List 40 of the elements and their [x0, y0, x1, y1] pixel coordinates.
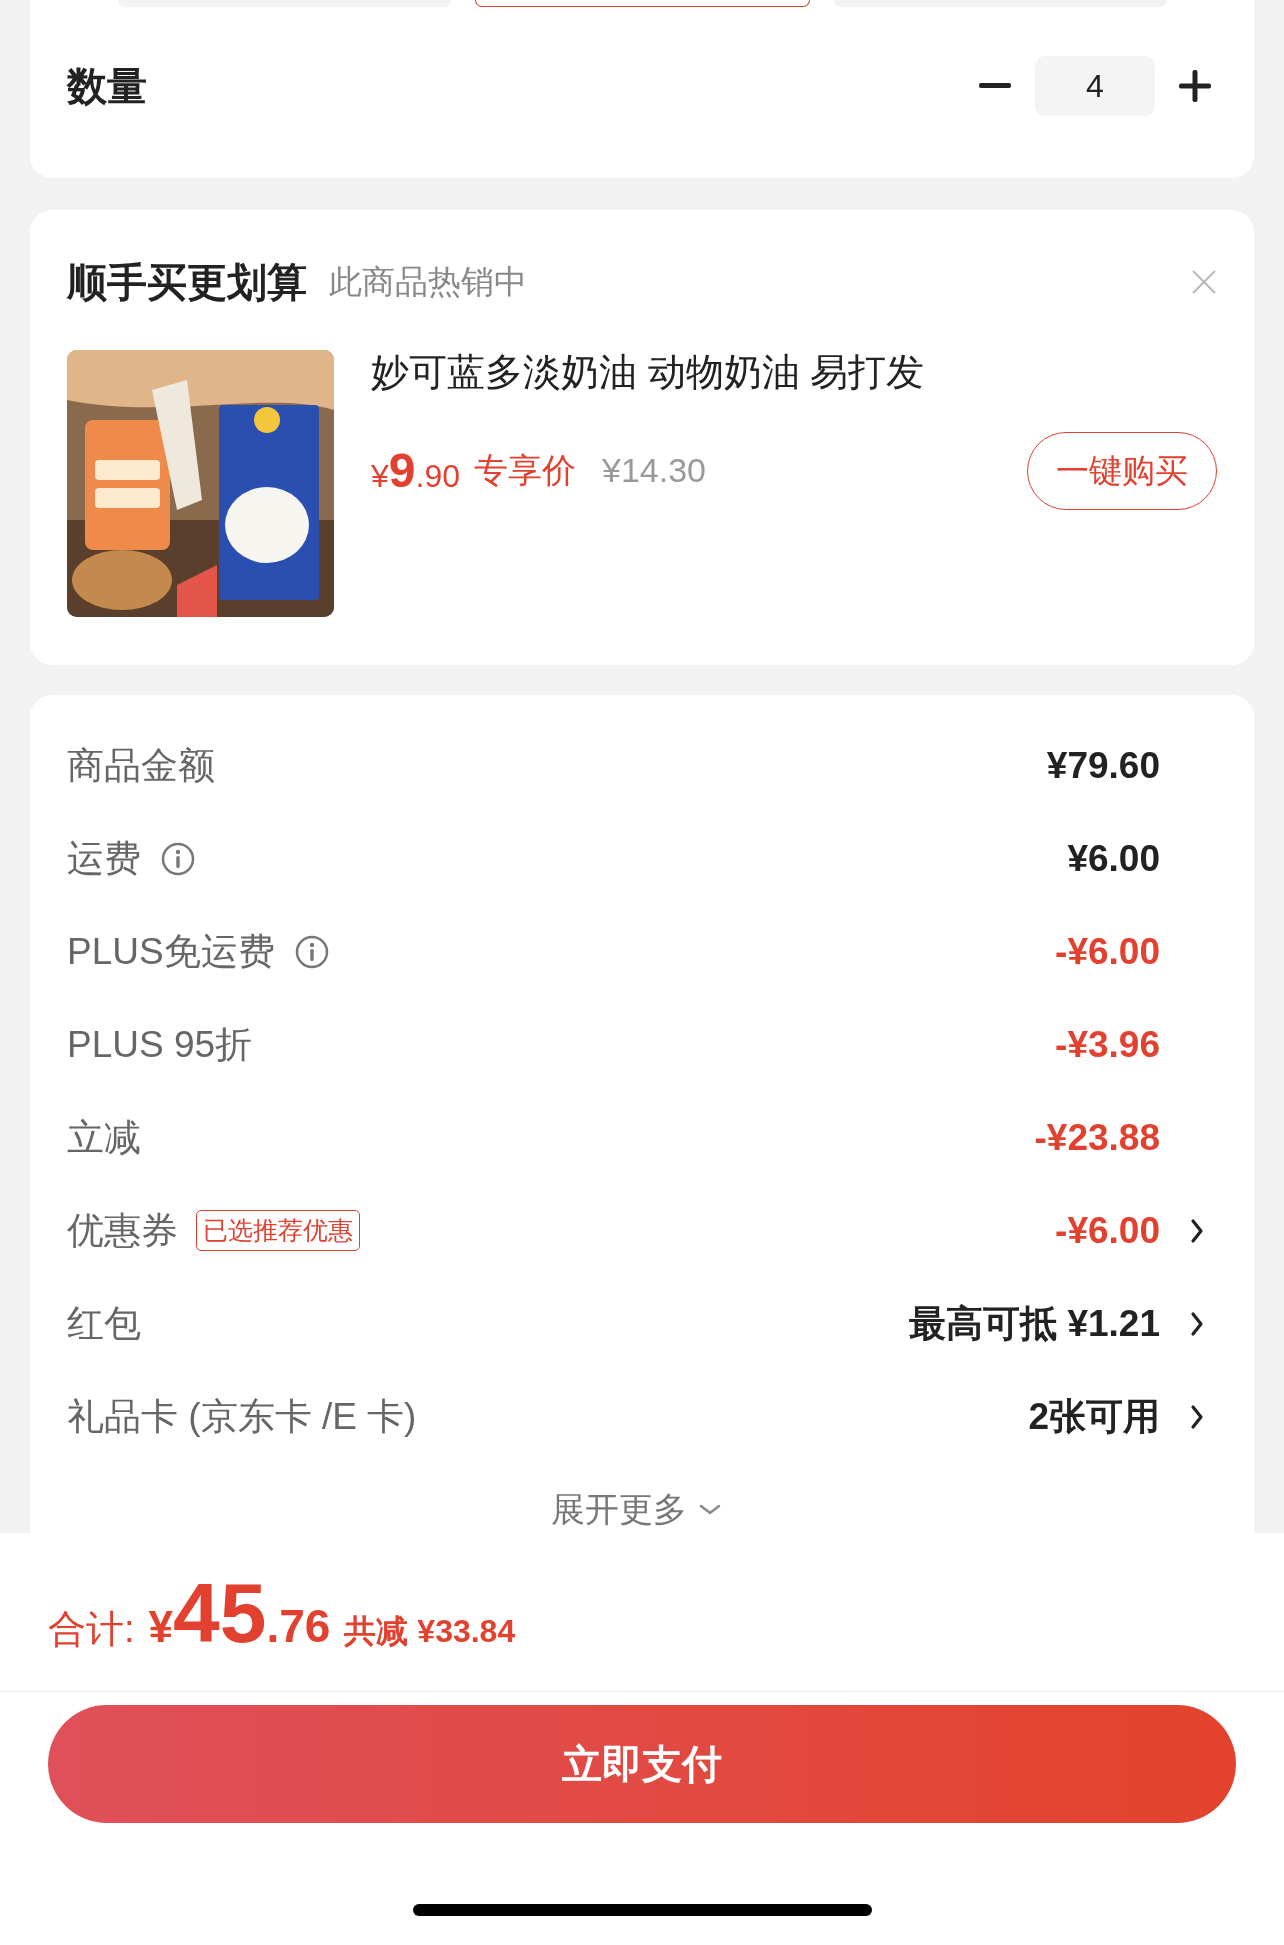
section-subtitle: 此商品热销中	[329, 262, 527, 303]
buy-now-button[interactable]: 一键购买	[1027, 431, 1217, 510]
coupon-tag: 已选推荐优惠	[196, 1209, 360, 1252]
quantity-label: 数量	[67, 63, 147, 110]
option-chip[interactable]	[475, 0, 810, 7]
row-label: 立减	[67, 1115, 141, 1160]
plus-icon[interactable]	[1179, 70, 1211, 102]
row-value: ¥79.60	[1046, 743, 1160, 788]
pay-now-button[interactable]: 立即支付	[48, 1705, 1236, 1823]
chevron-right-icon[interactable]	[1190, 1217, 1204, 1244]
row-label: 红包	[67, 1301, 141, 1346]
total-label: 合计:	[48, 1607, 135, 1652]
quantity-field[interactable]: 4	[1035, 56, 1155, 116]
row-value: 2张可用	[1028, 1394, 1160, 1439]
row-value: -¥6.00	[1055, 1208, 1160, 1253]
row-label: 运费	[67, 836, 141, 881]
info-icon[interactable]	[294, 934, 329, 969]
row-label: PLUS 95折	[67, 1022, 253, 1067]
row-value: 最高可抵 ¥1.21	[909, 1301, 1160, 1346]
row-label: 礼品卡 (京东卡 /E 卡)	[67, 1394, 417, 1439]
expand-more-link[interactable]: 展开更多	[550, 1484, 687, 1533]
row-value: -¥23.88	[1034, 1115, 1160, 1160]
row-value: -¥3.96	[1055, 1022, 1160, 1067]
product-name[interactable]: 妙可蓝多淡奶油 动物奶油 易打发	[371, 350, 1217, 396]
price-tag: 专享价	[474, 445, 576, 497]
total-savings: 共减 ¥33.84	[344, 1612, 516, 1651]
info-icon[interactable]	[161, 841, 195, 876]
row-label: PLUS免运费	[67, 929, 275, 974]
total-price: ¥45.76	[147, 1571, 331, 1661]
row-value: ¥6.00	[1067, 836, 1160, 881]
row-label: 优惠券	[67, 1208, 178, 1253]
chevron-down-icon[interactable]	[698, 1503, 721, 1516]
chevron-right-icon[interactable]	[1190, 1403, 1204, 1430]
row-value: -¥6.00	[1055, 929, 1160, 974]
row-label: 商品金额	[67, 743, 215, 788]
minus-icon[interactable]	[979, 83, 1011, 89]
section-title: 顺手买更划算	[67, 259, 307, 306]
chevron-right-icon[interactable]	[1190, 1310, 1204, 1337]
original-price: ¥14.30	[602, 450, 706, 492]
price-text: ¥9.90	[371, 442, 460, 499]
